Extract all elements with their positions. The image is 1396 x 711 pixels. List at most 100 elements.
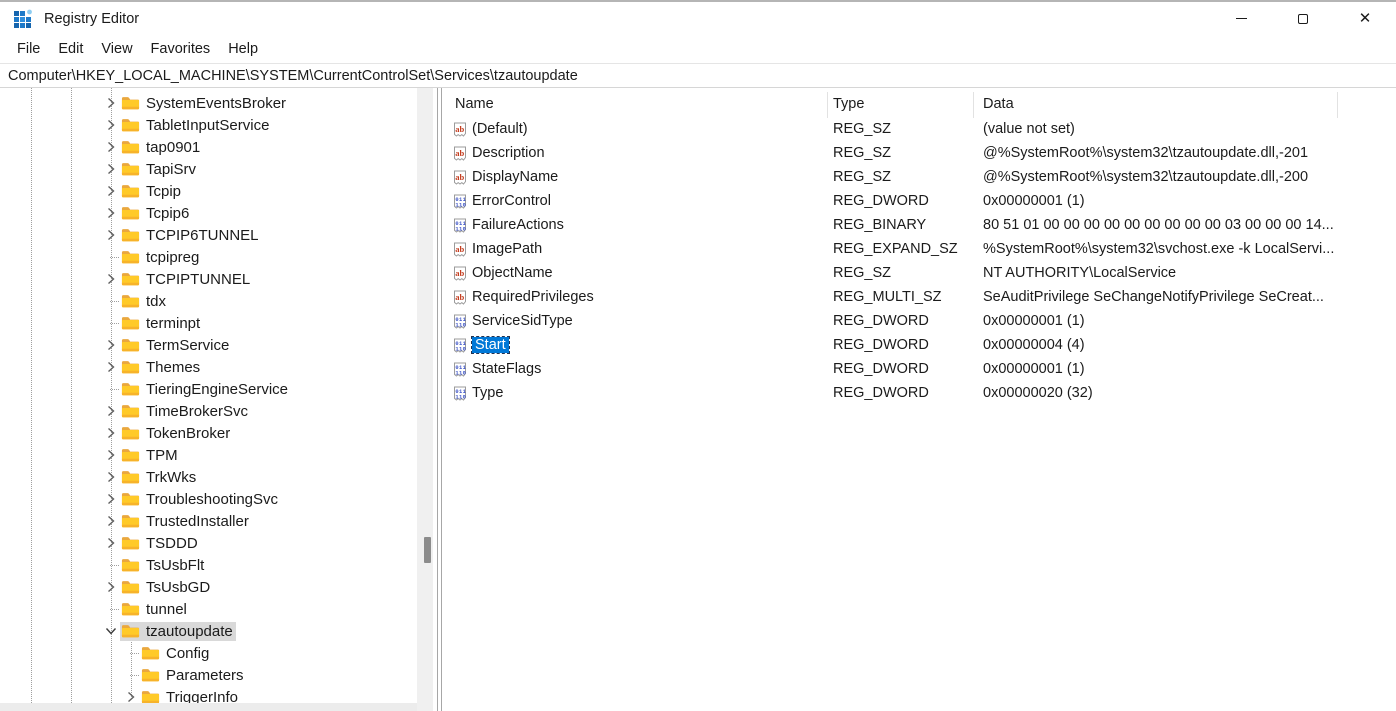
chevron-right-icon[interactable] — [103, 117, 119, 133]
value-row-ServiceSidType[interactable]: 011110ServiceSidTypeREG_DWORD0x00000001 … — [444, 310, 1396, 334]
tree-item-body[interactable]: tunnel — [120, 600, 190, 619]
value-row-FailureActions[interactable]: 011110FailureActionsREG_BINARY80 51 01 0… — [444, 214, 1396, 238]
chevron-right-icon[interactable] — [123, 689, 139, 703]
menu-file[interactable]: File — [8, 38, 49, 60]
column-header-data[interactable]: Data — [983, 96, 1014, 112]
value-name[interactable]: (Default) — [472, 121, 528, 137]
tree-item-body[interactable]: TsUsbGD — [120, 578, 213, 597]
tree-item-body[interactable]: tcpipreg — [120, 248, 202, 267]
tree-item-TapiSrv[interactable]: TapiSrv — [0, 158, 417, 180]
value-name[interactable]: Description — [472, 145, 545, 161]
tree-item-TabletInputService[interactable]: TabletInputService — [0, 114, 417, 136]
chevron-right-icon[interactable] — [103, 337, 119, 353]
tree-item-TCPIPTUNNEL[interactable]: TCPIPTUNNEL — [0, 268, 417, 290]
tree-item-body[interactable]: TCPIP6TUNNEL — [120, 226, 262, 245]
tree-item-TPM[interactable]: TPM — [0, 444, 417, 466]
value-row-ImagePath[interactable]: abImagePathREG_EXPAND_SZ%SystemRoot%\sys… — [444, 238, 1396, 262]
selected-value-highlight[interactable]: Start — [472, 337, 509, 353]
tree-item-TsUsbGD[interactable]: TsUsbGD — [0, 576, 417, 598]
chevron-right-icon[interactable] — [103, 469, 119, 485]
value-name[interactable]: ErrorControl — [472, 193, 551, 209]
menu-help[interactable]: Help — [219, 38, 267, 60]
tree-item-body[interactable]: Tcpip — [120, 182, 184, 201]
chevron-right-icon[interactable] — [103, 579, 119, 595]
value-row-RequiredPrivileges[interactable]: abRequiredPrivilegesREG_MULTI_SZSeAuditP… — [444, 286, 1396, 310]
tree-item-body[interactable]: TieringEngineService — [120, 380, 291, 399]
chevron-right-icon[interactable] — [103, 535, 119, 551]
tree-scrollbar-thumb[interactable] — [424, 537, 431, 563]
tree-item-terminpt[interactable]: terminpt — [0, 312, 417, 334]
value-name[interactable]: ImagePath — [472, 241, 542, 257]
tree-item-Themes[interactable]: Themes — [0, 356, 417, 378]
value-name[interactable]: ObjectName — [472, 265, 553, 281]
tree-item-TermService[interactable]: TermService — [0, 334, 417, 356]
chevron-right-icon[interactable] — [103, 425, 119, 441]
tree-item-body[interactable]: Config — [140, 644, 212, 663]
tree-item-tap0901[interactable]: tap0901 — [0, 136, 417, 158]
value-row-Default[interactable]: ab(Default)REG_SZ(value not set) — [444, 118, 1396, 142]
chevron-right-icon[interactable] — [103, 205, 119, 221]
chevron-down-icon[interactable] — [103, 623, 119, 639]
chevron-right-icon[interactable] — [103, 161, 119, 177]
tree-item-body[interactable]: TSDDD — [120, 534, 201, 553]
chevron-right-icon[interactable] — [103, 139, 119, 155]
tree-item-TieringEngineService[interactable]: TieringEngineService — [0, 378, 417, 400]
chevron-right-icon[interactable] — [103, 271, 119, 287]
tree-item-body[interactable]: TrustedInstaller — [120, 512, 252, 531]
tree-item-TCPIP6TUNNEL[interactable]: TCPIP6TUNNEL — [0, 224, 417, 246]
tree-item-body[interactable]: TrkWks — [120, 468, 199, 487]
chevron-right-icon[interactable] — [103, 183, 119, 199]
tree-item-body[interactable]: Themes — [120, 358, 203, 377]
tree-item-Tcpip[interactable]: Tcpip — [0, 180, 417, 202]
tree-item-body[interactable]: TermService — [120, 336, 232, 355]
tree-item-TrustedInstaller[interactable]: TrustedInstaller — [0, 510, 417, 532]
value-row-ObjectName[interactable]: abObjectNameREG_SZNT AUTHORITY\LocalServ… — [444, 262, 1396, 286]
value-name[interactable]: RequiredPrivileges — [472, 289, 594, 305]
tree-item-Tcpip6[interactable]: Tcpip6 — [0, 202, 417, 224]
chevron-right-icon[interactable] — [103, 227, 119, 243]
maximize-button[interactable] — [1272, 2, 1334, 35]
tree-item-Parameters[interactable]: Parameters — [0, 664, 417, 686]
tree-item-TrkWks[interactable]: TrkWks — [0, 466, 417, 488]
value-name[interactable]: StateFlags — [472, 361, 541, 377]
tree-item-body[interactable]: TroubleshootingSvc — [120, 490, 281, 509]
chevron-right-icon[interactable] — [103, 359, 119, 375]
tree-item-tzautoupdate[interactable]: tzautoupdate — [0, 620, 417, 642]
chevron-right-icon[interactable] — [103, 513, 119, 529]
value-name[interactable]: Start — [472, 337, 509, 353]
column-header-name[interactable]: Name — [455, 96, 494, 112]
value-row-StateFlags[interactable]: 011110StateFlagsREG_DWORD0x00000001 (1) — [444, 358, 1396, 382]
value-row-Start[interactable]: 011110StartREG_DWORD0x00000004 (4) — [444, 334, 1396, 358]
tree-item-body[interactable]: TCPIPTUNNEL — [120, 270, 253, 289]
chevron-right-icon[interactable] — [103, 95, 119, 111]
column-header-type[interactable]: Type — [833, 96, 864, 112]
tree-item-body[interactable]: Tcpip6 — [120, 204, 192, 223]
tree-horizontal-scrollbar[interactable] — [0, 703, 417, 711]
close-button[interactable]: ✕ — [1334, 2, 1396, 35]
address-bar-input[interactable]: Computer\HKEY_LOCAL_MACHINE\SYSTEM\Curre… — [8, 68, 578, 84]
column-separator[interactable] — [973, 92, 974, 118]
value-row-Description[interactable]: abDescriptionREG_SZ@%SystemRoot%\system3… — [444, 142, 1396, 166]
tree-item-body[interactable]: TokenBroker — [120, 424, 233, 443]
tree-item-body[interactable]: TriggerInfo — [140, 688, 241, 704]
tree-item-body[interactable]: TabletInputService — [120, 116, 272, 135]
value-name[interactable]: FailureActions — [472, 217, 564, 233]
value-row-DisplayName[interactable]: abDisplayNameREG_SZ@%SystemRoot%\system3… — [444, 166, 1396, 190]
tree-item-tdx[interactable]: tdx — [0, 290, 417, 312]
tree-item-body[interactable]: TsUsbFlt — [120, 556, 207, 575]
minimize-button[interactable] — [1210, 2, 1272, 35]
chevron-right-icon[interactable] — [103, 491, 119, 507]
tree-item-body[interactable]: tap0901 — [120, 138, 203, 157]
tree-item-body[interactable]: TimeBrokerSvc — [120, 402, 251, 421]
tree-item-tcpipreg[interactable]: tcpipreg — [0, 246, 417, 268]
tree-item-TriggerInfo[interactable]: TriggerInfo — [0, 686, 417, 703]
chevron-right-icon[interactable] — [103, 403, 119, 419]
tree-item-TokenBroker[interactable]: TokenBroker — [0, 422, 417, 444]
value-name[interactable]: ServiceSidType — [472, 313, 573, 329]
tree-item-Config[interactable]: Config — [0, 642, 417, 664]
value-name[interactable]: DisplayName — [472, 169, 558, 185]
menu-favorites[interactable]: Favorites — [142, 38, 220, 60]
tree-item-body[interactable]: Parameters — [140, 666, 247, 685]
tree-item-TSDDD[interactable]: TSDDD — [0, 532, 417, 554]
tree-item-body[interactable]: terminpt — [120, 314, 203, 333]
